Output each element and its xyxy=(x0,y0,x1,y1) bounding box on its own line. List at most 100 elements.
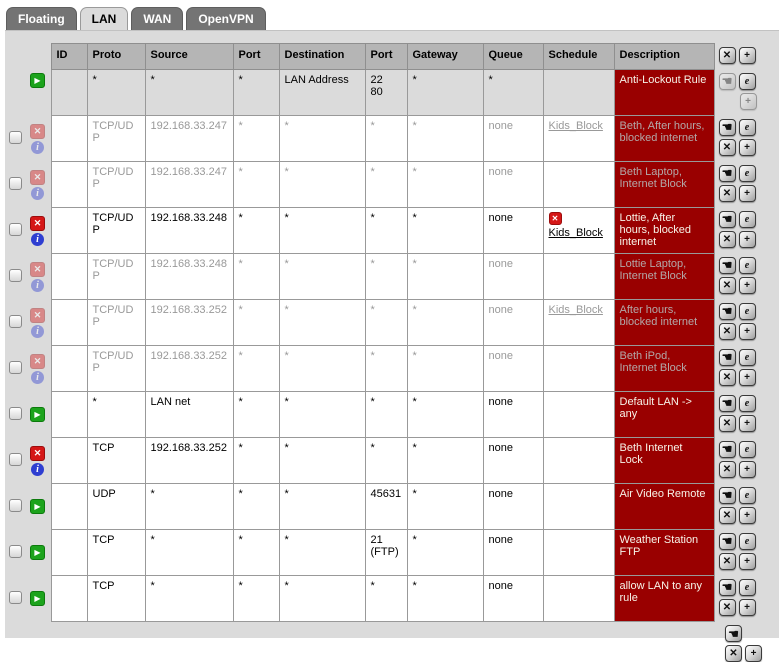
delete-rule-button[interactable]: ✕ xyxy=(718,460,736,478)
move-rule-button[interactable]: ☚ xyxy=(718,164,736,182)
row-actions-line2: ✕ + xyxy=(718,368,757,386)
add-rule-based-on-this-button[interactable]: + xyxy=(738,138,756,156)
delete-rule-button[interactable]: ✕ xyxy=(718,322,736,340)
move-rule-button[interactable]: ☚ xyxy=(718,578,736,596)
add-rule-based-on-this-button[interactable]: + xyxy=(738,460,756,478)
move-rule-button[interactable]: ☚ xyxy=(718,486,736,504)
queue-cell: none xyxy=(482,253,544,300)
schedule-link[interactable]: Kids_Block xyxy=(549,304,603,316)
block-rule-icon: ✕ xyxy=(30,307,45,323)
delete-rule-button[interactable]: ✕ xyxy=(718,506,736,524)
row-actions: ☚ e + xyxy=(714,70,773,116)
row-select-checkbox[interactable] xyxy=(9,360,22,374)
add-rule-based-on-this-button[interactable]: + xyxy=(738,506,756,524)
edit-rule-button[interactable]: e xyxy=(738,72,756,90)
add-rule-based-on-this-button[interactable]: + xyxy=(738,414,756,432)
edit-rule-button[interactable]: e xyxy=(738,578,756,596)
row-select-checkbox[interactable] xyxy=(9,130,22,144)
row-select-checkbox[interactable] xyxy=(9,590,22,604)
pass-rule-icon: ▶ xyxy=(30,407,45,422)
add-rule-based-on-this-button[interactable]: + xyxy=(738,276,756,294)
delete-selected-rules-button[interactable]: ✕ xyxy=(718,46,736,64)
edit-rule-button[interactable]: e xyxy=(738,302,756,320)
row-actions-line1: ☚ e xyxy=(718,164,757,182)
edit-rule-button[interactable]: e xyxy=(738,348,756,366)
row-status-cell: ✕ i xyxy=(25,300,51,346)
delete-rule-button[interactable]: ✕ xyxy=(718,184,736,202)
move-rule-button[interactable]: ☚ xyxy=(718,440,736,458)
edit-rule-button[interactable]: e xyxy=(738,118,756,136)
add-rule-based-on-this-button[interactable]: + xyxy=(738,322,756,340)
row-actions-line1: ☚ e xyxy=(718,486,757,504)
move-rule-button[interactable]: ☚ xyxy=(718,256,736,274)
delete-rule-button[interactable]: ✕ xyxy=(718,598,736,616)
row-actions-line2: ✕ + xyxy=(718,276,757,294)
add-new-rule-button[interactable]: + xyxy=(745,645,762,662)
edit-rule-button[interactable]: e xyxy=(738,486,756,504)
row-actions-line1: ☚ e xyxy=(718,394,757,412)
move-rule-button[interactable]: ☚ xyxy=(718,302,736,320)
rule-description: Anti-Lockout Rule xyxy=(613,69,715,116)
move-selected-to-end-button[interactable]: ☚ xyxy=(725,625,742,642)
move-rule-button[interactable]: ☚ xyxy=(718,118,736,136)
add-rule-based-on-this-button[interactable]: + xyxy=(738,184,756,202)
row-select-checkbox[interactable] xyxy=(9,544,22,558)
rule-description: Beth iPod, Internet Block xyxy=(613,345,715,392)
row-status-cell: ▶ xyxy=(25,392,51,438)
tab-wan[interactable]: WAN xyxy=(131,7,184,30)
gateway-cell: * xyxy=(406,345,484,392)
delete-rule-button[interactable]: ✕ xyxy=(718,138,736,156)
move-rule-button[interactable]: ☚ xyxy=(718,394,736,412)
row-status-cell: ✕ i xyxy=(25,254,51,300)
add-rule-based-on-this-button[interactable]: + xyxy=(738,598,756,616)
protocol-cell: TCP/UDP xyxy=(86,345,146,392)
delete-rule-button[interactable]: ✕ xyxy=(718,230,736,248)
row-select-checkbox[interactable] xyxy=(9,452,22,466)
row-actions: ☚ e ✕ + xyxy=(714,576,773,622)
edit-rule-button[interactable]: e xyxy=(738,394,756,412)
row-actions: ☚ e ✕ + xyxy=(714,438,773,484)
row-select-checkbox[interactable] xyxy=(9,176,22,190)
tab-lan[interactable]: LAN xyxy=(79,7,129,30)
move-rule-button[interactable]: ☚ xyxy=(718,532,736,550)
edit-rule-button[interactable]: e xyxy=(738,164,756,182)
schedule-cell: ✕ Kids_Block xyxy=(542,207,615,254)
edit-rule-button[interactable]: e xyxy=(738,210,756,228)
move-rule-button[interactable]: ☚ xyxy=(718,210,736,228)
tab-floating[interactable]: Floating xyxy=(6,7,77,30)
table-row: ▶ * LAN net * * * * none Default LAN -> any ☚ e ✕ + xyxy=(5,391,773,438)
row-actions-line2: + xyxy=(719,92,757,110)
edit-rule-button[interactable]: e xyxy=(738,440,756,458)
edit-rule-button[interactable]: e xyxy=(738,532,756,550)
row-select-checkbox[interactable] xyxy=(9,314,22,328)
delete-selected-rules-button[interactable]: ✕ xyxy=(725,645,742,662)
delete-rule-button[interactable]: ✕ xyxy=(718,276,736,294)
block-rule-icon: ✕ xyxy=(30,169,45,185)
tab-openvpn[interactable]: OpenVPN xyxy=(186,7,266,30)
add-new-rule-button[interactable]: + xyxy=(738,46,756,64)
schedule-link[interactable]: Kids_Block xyxy=(549,227,603,239)
table-row: ✕ i TCP/UDP 192.168.33.252 * * * * none Kids_Bloc… xyxy=(5,299,773,346)
tab-bar: Floating LAN WAN OpenVPN xyxy=(5,6,779,30)
table-row: ▶ * * * LAN Address 22 80 * * Anti-Lockout Rule ☚… xyxy=(5,69,773,116)
row-select-cell xyxy=(5,70,25,116)
add-rule-based-on-this-button[interactable]: + xyxy=(738,230,756,248)
rule-id-cell xyxy=(50,483,88,530)
add-rule-based-on-this-button[interactable]: + xyxy=(738,368,756,386)
move-rule-button[interactable]: ☚ xyxy=(718,348,736,366)
delete-rule-button[interactable]: ✕ xyxy=(718,552,736,570)
delete-rule-button[interactable]: ✕ xyxy=(718,368,736,386)
row-select-checkbox[interactable] xyxy=(9,406,22,420)
row-select-checkbox[interactable] xyxy=(9,222,22,236)
row-select-checkbox[interactable] xyxy=(9,268,22,282)
row-select-cell xyxy=(5,208,25,254)
edit-rule-button[interactable]: e xyxy=(738,256,756,274)
destination-port-cell: 21 (FTP) xyxy=(364,529,408,576)
source-port-cell: * xyxy=(232,69,280,116)
schedule-link[interactable]: Kids_Block xyxy=(549,120,603,132)
row-select-checkbox[interactable] xyxy=(9,498,22,512)
schedule-cell xyxy=(542,391,615,438)
delete-rule-button[interactable]: ✕ xyxy=(718,414,736,432)
rule-id-cell xyxy=(50,391,88,438)
add-rule-based-on-this-button[interactable]: + xyxy=(738,552,756,570)
